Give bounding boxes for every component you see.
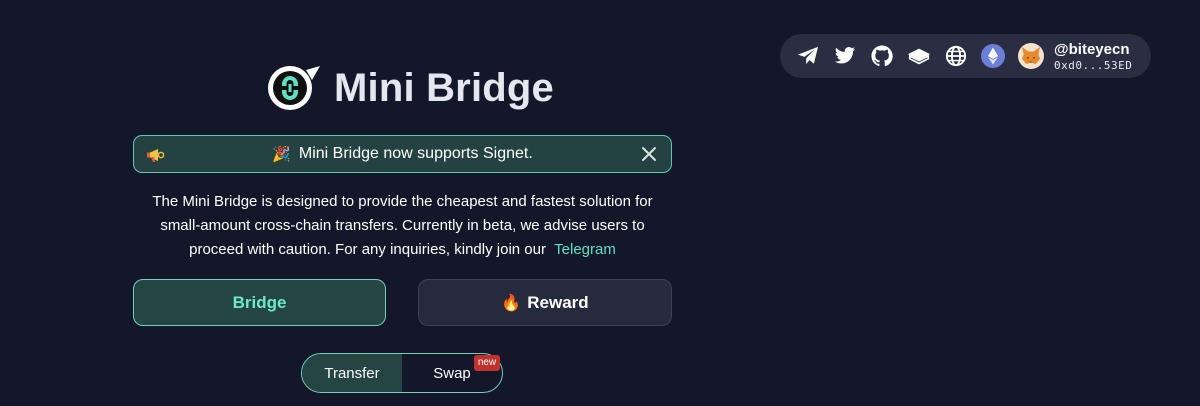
- announcement-banner: 🎉 Mini Bridge now supports Signet.: [133, 135, 672, 173]
- tab-bridge[interactable]: Bridge: [133, 279, 386, 326]
- mode-switch: Transfer Swap: [301, 353, 503, 393]
- app-title: Mini Bridge: [334, 65, 554, 110]
- ethereum-icon[interactable]: [981, 44, 1005, 68]
- mode-transfer-button[interactable]: Transfer: [302, 354, 402, 392]
- docs-icon[interactable]: [907, 44, 931, 68]
- close-icon[interactable]: [641, 146, 657, 162]
- account-address: 0xd0...53ED: [1054, 58, 1133, 72]
- telegram-icon[interactable]: [796, 44, 820, 68]
- globe-icon[interactable]: [944, 44, 968, 68]
- app-header: Mini Bridge: [266, 62, 554, 114]
- tab-reward[interactable]: 🔥 Reward: [418, 279, 672, 326]
- announcement-text: Mini Bridge now supports Signet.: [298, 145, 533, 162]
- account-info[interactable]: @biteyecn 0xd0...53ED: [1054, 42, 1132, 71]
- tab-bridge-label: Bridge: [232, 292, 287, 312]
- tab-reward-label: Reward: [527, 292, 589, 312]
- mode-transfer-label: Transfer: [324, 364, 380, 382]
- bridge-description: The Mini Bridge is designed to provide t…: [133, 190, 672, 262]
- metamask-fox-icon[interactable]: [1018, 43, 1044, 69]
- mode-swap-label: Swap: [433, 364, 471, 382]
- github-icon[interactable]: [870, 44, 894, 68]
- top-social-wallet-bar: @biteyecn 0xd0...53ED: [780, 34, 1151, 78]
- account-name: @biteyecn: [1054, 40, 1130, 58]
- twitter-icon[interactable]: [833, 44, 857, 68]
- fire-icon: 🔥: [501, 294, 522, 312]
- party-popper-icon: 🎉: [272, 146, 291, 163]
- mini-bridge-logo-icon: [268, 66, 320, 110]
- new-badge: new: [474, 355, 500, 371]
- telegram-link[interactable]: Telegram: [554, 241, 616, 258]
